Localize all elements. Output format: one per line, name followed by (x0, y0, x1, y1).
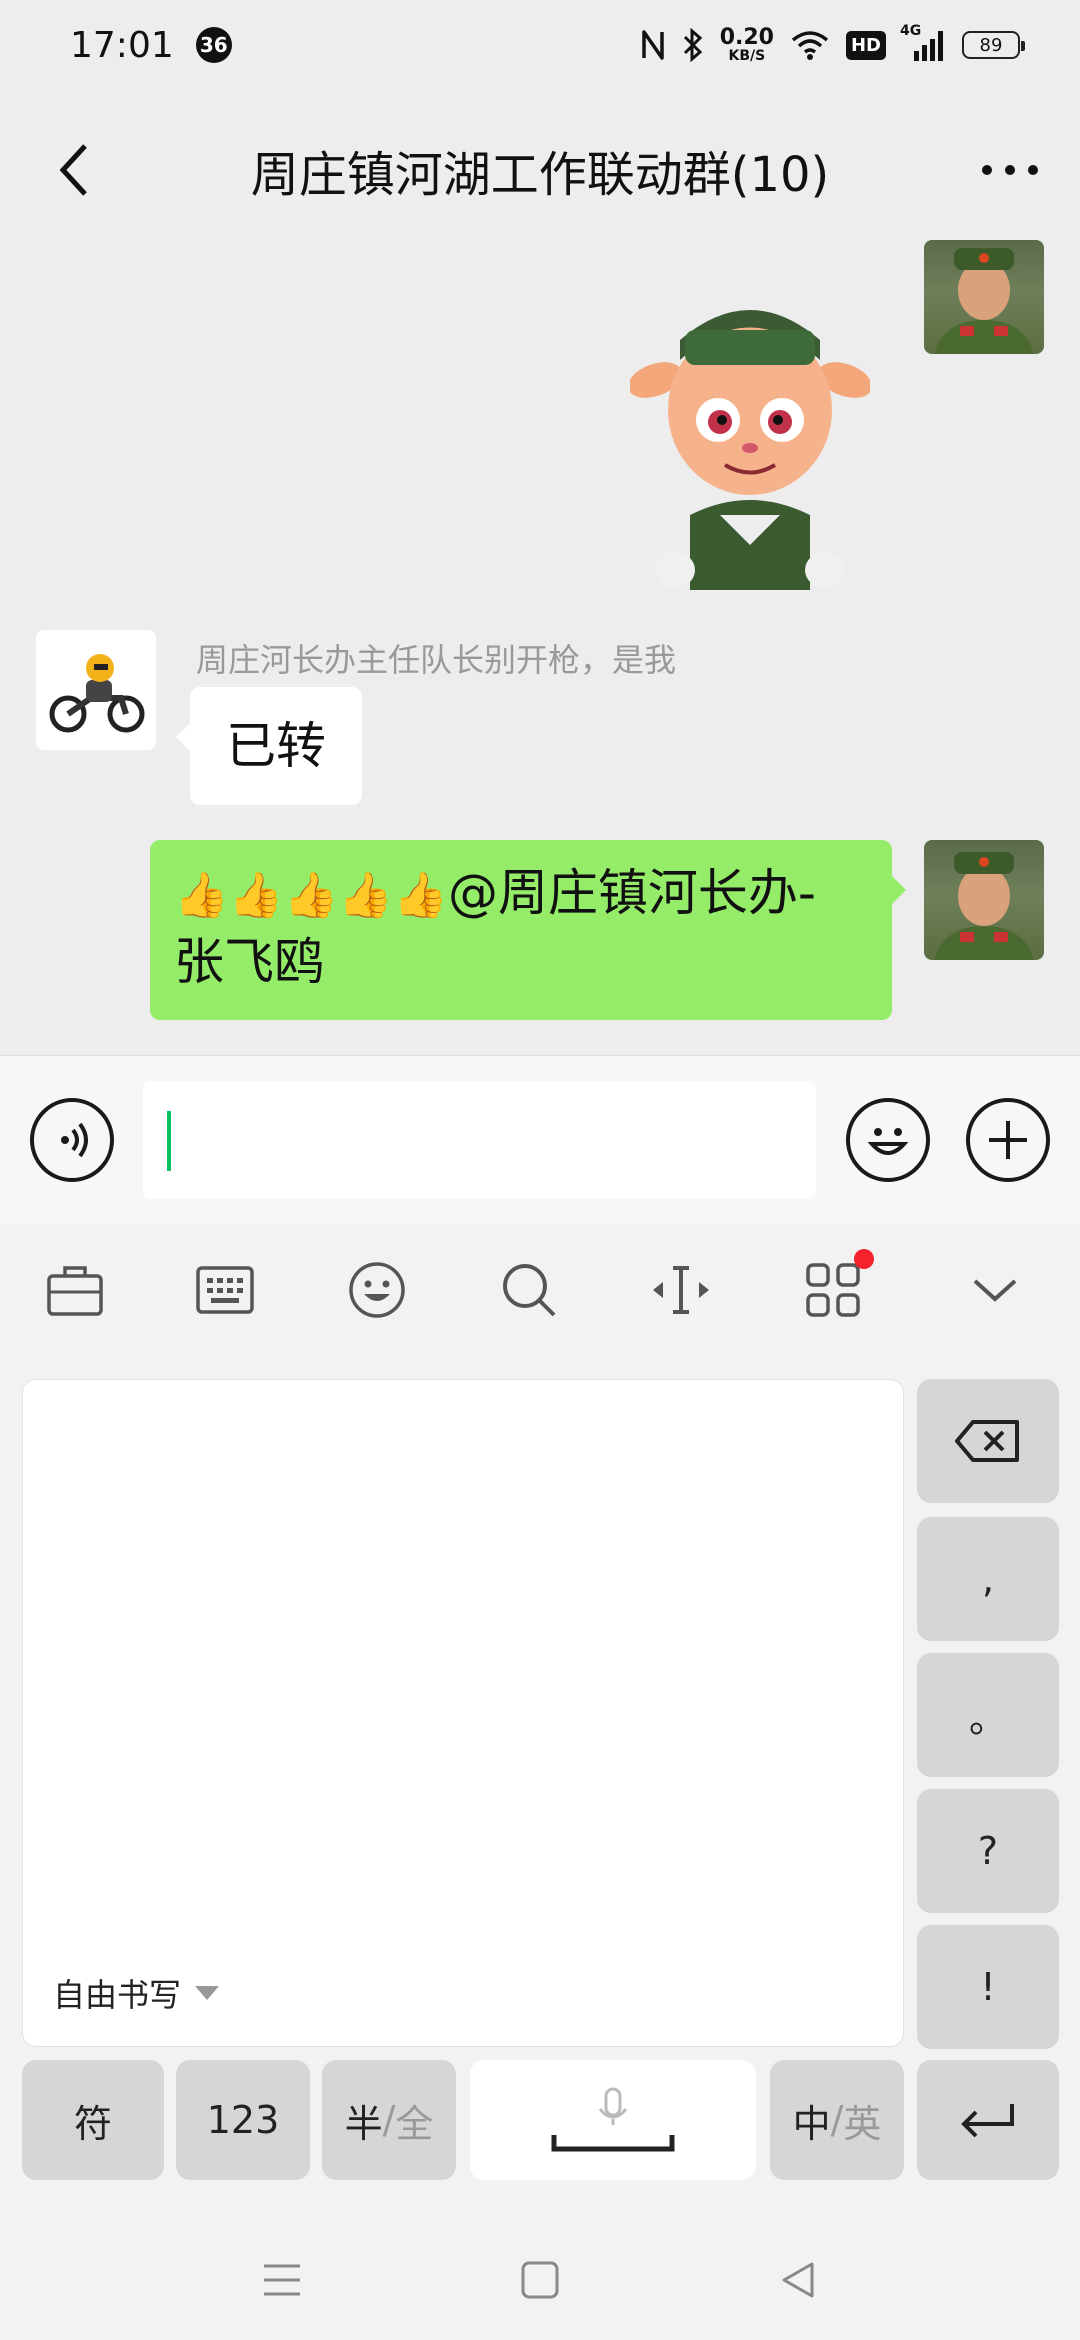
back-button[interactable] (40, 130, 110, 210)
question-mark-key[interactable]: ? (917, 1789, 1059, 1913)
cursor-move-button[interactable] (646, 1255, 716, 1325)
sender-name: 周庄河长办主任队长别开枪，是我 (196, 641, 677, 679)
home-square-icon (521, 2261, 559, 2299)
smiley-icon (349, 1262, 405, 1318)
more-options-button[interactable] (970, 140, 1050, 200)
space-key[interactable] (470, 2060, 756, 2180)
sender-avatar[interactable] (36, 630, 156, 750)
nfc-icon (640, 28, 666, 62)
back-nav-button[interactable] (768, 2250, 828, 2310)
backspace-key[interactable] (917, 1379, 1059, 1503)
half-full-width-key[interactable]: 半 / 全 (322, 2060, 456, 2180)
keyboard-toolbar (0, 1225, 1080, 1355)
briefcase-icon (47, 1266, 103, 1316)
text-cursor (167, 1111, 171, 1171)
voice-mode-button[interactable] (30, 1098, 114, 1182)
mention-text-continued: 张飞鸥 (174, 933, 324, 991)
numbers-key[interactable]: 123 (176, 2060, 310, 2180)
message-list[interactable]: 周庄河长办主任队长别开枪，是我 已转 👍👍👍👍👍@周庄镇河长办- 张飞鸥 (0, 240, 1080, 1055)
thumbs-up-emoji-row: 👍👍👍👍👍 (174, 870, 448, 921)
message-input-bar (0, 1055, 1080, 1225)
bluetooth-icon (682, 28, 704, 62)
plus-icon (989, 1121, 1027, 1159)
status-time: 17:01 (70, 24, 174, 66)
enter-arrow-icon (961, 2104, 1014, 2138)
menu-nav-button[interactable] (252, 2250, 312, 2310)
home-nav-button[interactable] (510, 2250, 570, 2310)
search-icon (503, 1264, 556, 1317)
soldier-portrait-icon (934, 248, 1034, 354)
chevron-left-icon (59, 144, 87, 196)
hd-voice-icon: HD (845, 30, 886, 60)
period-key[interactable]: 。 (917, 1653, 1059, 1777)
keyboard-emoji-button[interactable] (342, 1255, 412, 1325)
grid-icon (806, 1263, 860, 1317)
cellular-signal-icon: 4G (900, 23, 946, 63)
wifi-icon (790, 29, 830, 61)
notification-count-badge: 36 (195, 27, 232, 63)
message-input[interactable] (143, 1081, 816, 1199)
smiley-icon (867, 1128, 909, 1155)
self-avatar[interactable] (924, 840, 1044, 960)
more-functions-button[interactable] (966, 1098, 1050, 1182)
toolbox-button[interactable] (40, 1255, 110, 1325)
self-avatar[interactable] (924, 240, 1044, 354)
collapse-keyboard-button[interactable] (960, 1255, 1030, 1325)
enter-key[interactable] (917, 2060, 1059, 2180)
motorcycle-rider-icon (49, 654, 145, 733)
exclamation-key[interactable]: ! (917, 1925, 1059, 2049)
back-triangle-icon (782, 2262, 814, 2298)
mention-text: @周庄镇河长办- (447, 864, 816, 922)
network-type: 4G (900, 23, 922, 39)
chat-header: 周庄镇河湖工作联动群(10) (0, 100, 1080, 240)
menu-icon (264, 2264, 300, 2296)
keyboard-search-button[interactable] (494, 1255, 564, 1325)
keyboard-icon (196, 1266, 254, 1314)
keyboard-layout-button[interactable] (190, 1255, 260, 1325)
backspace-icon (955, 1420, 1019, 1462)
comma-key[interactable]: , (917, 1517, 1059, 1641)
cartoon-deer-soldier-sticker (628, 310, 872, 590)
soldier-portrait-icon (934, 852, 1034, 960)
emoji-button[interactable] (846, 1098, 930, 1182)
handwriting-mode-label: 自由书写 (53, 1976, 182, 2014)
voice-wave-icon (61, 1122, 88, 1158)
battery-indicator: 89 (962, 31, 1025, 59)
message-bubble-outgoing[interactable]: 👍👍👍👍👍@周庄镇河长办- 张飞鸥 (150, 840, 906, 1020)
message-bubble-incoming[interactable]: 已转 (176, 687, 362, 805)
message-text: 已转 (226, 717, 326, 775)
network-speed: 0.20 KB/S (719, 25, 774, 64)
microphone-space-icon (551, 2087, 675, 2152)
handwriting-pad[interactable]: 自由书写 (22, 1379, 904, 2047)
chevron-down-icon (973, 1279, 1017, 1302)
keyboard: 自由书写 , 。 ? ! 符 123 半 / 全 中 / 英 (0, 1355, 1080, 2215)
symbol-key[interactable]: 符 (22, 2060, 164, 2180)
language-switch-key[interactable]: 中 / 英 (770, 2060, 904, 2180)
status-bar: 17:01 36 0.20 KB/S HD 4G 89 (0, 0, 1080, 90)
dropdown-arrow-icon (195, 1986, 220, 2000)
system-navigation-bar (0, 2215, 1080, 2340)
notification-dot (854, 1249, 874, 1269)
apps-button[interactable] (798, 1249, 874, 1325)
sticker-message[interactable] (628, 300, 872, 590)
page-title: 周庄镇河湖工作联动群(10) (250, 147, 830, 203)
more-dots-icon (982, 165, 1038, 175)
text-cursor-arrows-icon (653, 1266, 709, 1314)
handwriting-mode-selector[interactable]: 自由书写 (53, 1970, 220, 2016)
